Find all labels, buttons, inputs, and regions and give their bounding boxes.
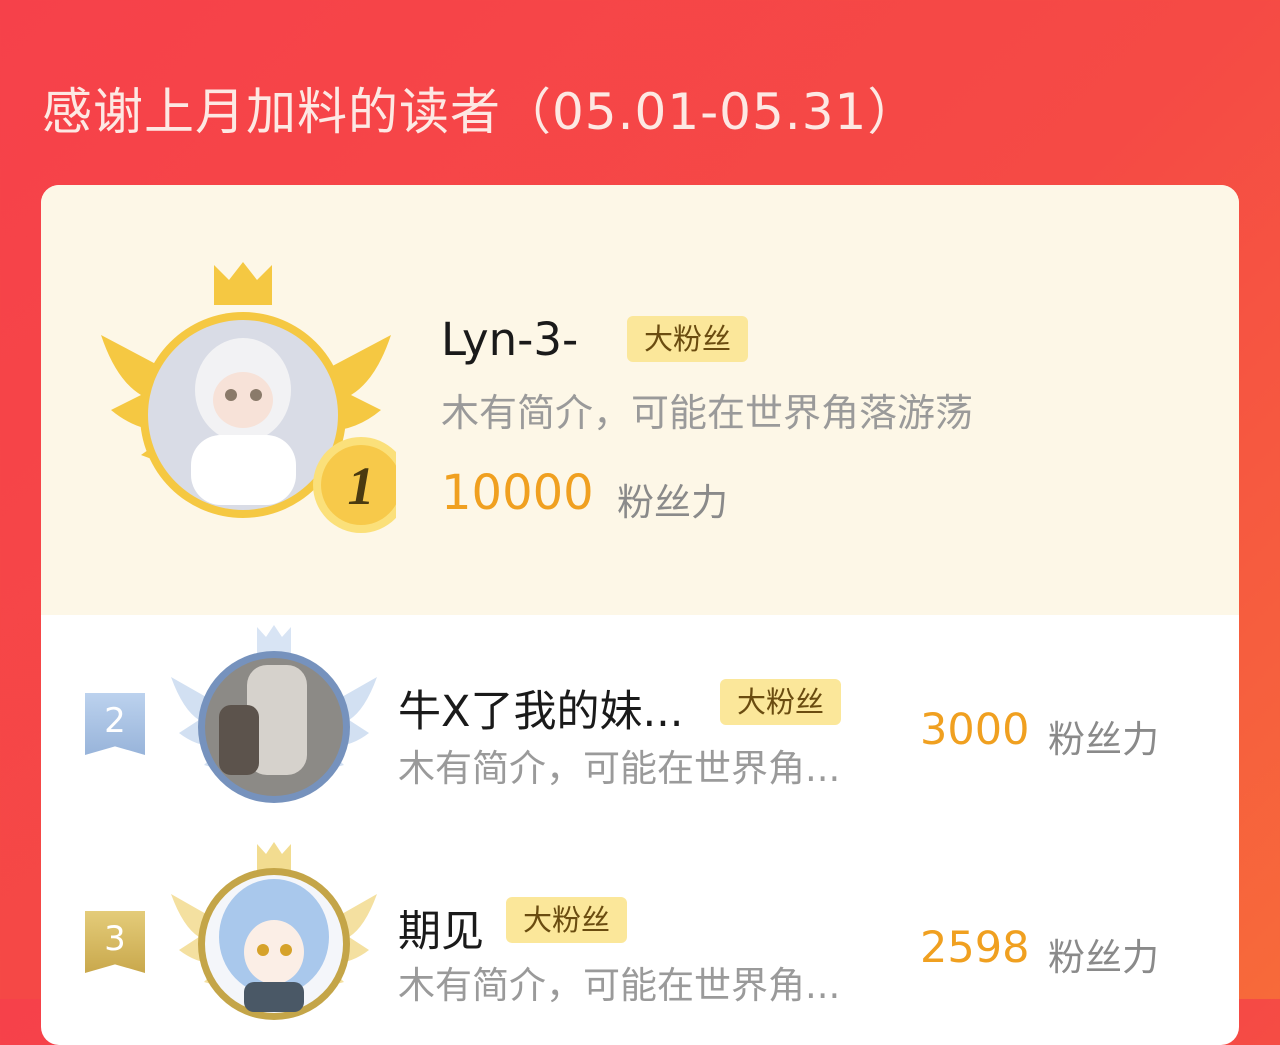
reader-bio: 木有简介，可能在世界角落游荡 (441, 391, 974, 435)
fan-level-badge: 大粉丝 (720, 679, 841, 725)
svg-text:1: 1 (348, 456, 375, 516)
crown-icon (257, 625, 291, 653)
reader-bio: 木有简介，可能在世界角... (398, 747, 841, 790)
page-title: 感谢上月加料的读者（05.01-05.31） (42, 83, 919, 141)
fan-power-unit: 粉丝力 (1048, 936, 1159, 979)
reader-name[interactable]: 期见 (398, 897, 484, 959)
fan-power-unit: 粉丝力 (1048, 718, 1159, 761)
rank-ribbon-icon: 3 (85, 911, 145, 973)
rank-1-emblem: 1 (101, 262, 396, 533)
reader-name[interactable]: Lyn-3- (441, 313, 578, 366)
fan-power-score: 3000 (920, 705, 1030, 755)
crown-icon (214, 262, 272, 305)
reader-bio: 木有简介，可能在世界角... (398, 964, 841, 1007)
fan-power-score: 2598 (920, 923, 1030, 973)
rank-ribbon-icon: 2 (85, 693, 145, 755)
rank-3-emblem (171, 842, 377, 1020)
fan-power-unit: 粉丝力 (617, 481, 728, 524)
fan-level-badge: 大粉丝 (627, 316, 748, 362)
fan-power-score: 10000 (441, 465, 594, 521)
rank-2-emblem (171, 625, 377, 803)
ranking-card: 1 Lyn-3- 大粉丝 木有简介，可能在世界角落游荡 10000 粉丝力 2 … (41, 185, 1239, 1045)
fan-level-badge: 大粉丝 (506, 897, 627, 943)
crown-icon (257, 842, 291, 870)
reader-name[interactable]: 牛X了我的妹... (398, 677, 683, 739)
